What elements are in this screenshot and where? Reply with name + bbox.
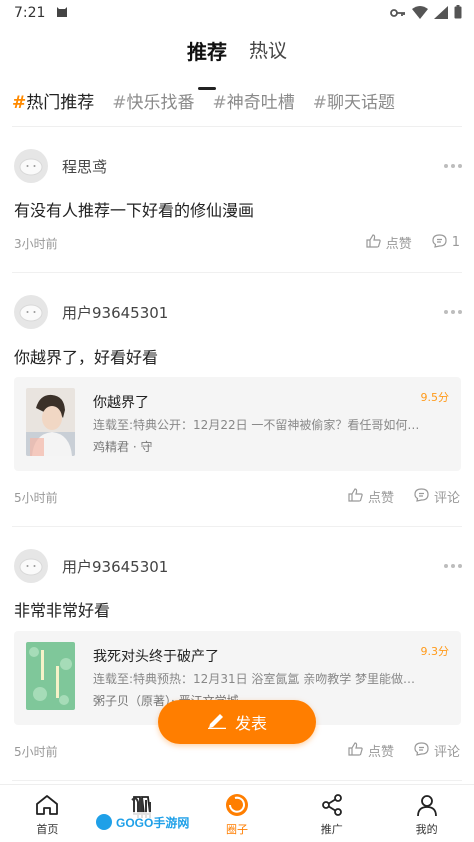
more-options-icon[interactable]	[444, 309, 462, 315]
tab-recommend[interactable]: 推荐	[187, 34, 227, 78]
comment-button[interactable]: 1	[432, 233, 460, 252]
comment-button[interactable]: 评论	[414, 741, 460, 760]
status-bar: 7:21	[0, 0, 474, 26]
top-tabs: 推荐 热议	[0, 34, 474, 78]
comment-icon	[414, 487, 429, 506]
comic-score: 9.3分	[420, 645, 450, 658]
notification-cat-icon	[55, 4, 69, 22]
comic-card[interactable]: 你越界了 9.5分 连载至:特典公开：12月22日 一不留神被偷家？看任哥如何证…	[14, 377, 461, 471]
post-actions: 点赞 1	[366, 233, 460, 252]
nav-home[interactable]: 首页	[0, 785, 95, 842]
comment-icon	[414, 741, 429, 760]
signal-icon	[434, 5, 448, 23]
comic-title: 我死对头终于破产了	[93, 649, 219, 665]
avatar[interactable]	[14, 549, 48, 583]
comic-author: 鸡精君 · 守	[93, 440, 153, 454]
topic-tab-label: 热门推荐	[26, 93, 95, 113]
home-icon	[35, 793, 59, 817]
pencil-icon	[207, 711, 227, 733]
comic-description: 连载至:特典公开：12月22日 一不留神被偷家？看任哥如何证...	[93, 418, 423, 432]
status-time: 7:21	[14, 5, 46, 21]
post-divider	[12, 526, 462, 527]
avatar[interactable]	[14, 295, 48, 329]
topic-tab-rant[interactable]: #神奇吐槽	[213, 88, 295, 114]
share-icon	[320, 793, 344, 817]
comic-description: 连载至:特典预热：12月31日 浴室氤氲 亲吻教学 梦里能做到...	[93, 672, 423, 686]
post-actions: 点赞 评论	[348, 741, 460, 760]
comment-label: 评论	[433, 745, 460, 760]
topic-tabs: #热门推荐 #快乐找番 #神奇吐槽 #聊天话题	[12, 88, 462, 114]
publish-button[interactable]: 发表	[158, 700, 316, 744]
nav-profile[interactable]: 我的	[379, 785, 474, 842]
comment-button[interactable]: 评论	[414, 487, 460, 506]
post-actions: 点赞 评论	[348, 487, 460, 506]
hash-mark: #	[12, 93, 27, 113]
nav-label: 圈子	[225, 823, 248, 836]
post-divider	[12, 272, 462, 273]
divider	[12, 126, 462, 127]
post-text[interactable]: 非常非常好看	[14, 597, 110, 621]
like-label: 点赞	[385, 237, 412, 252]
like-label: 点赞	[367, 745, 394, 760]
more-options-icon[interactable]	[444, 563, 462, 569]
comic-title: 你越界了	[93, 395, 149, 411]
comment-label: 评论	[433, 491, 460, 506]
watermark-logo: GOGO手游网	[92, 796, 192, 836]
nav-circle[interactable]: 圈子	[190, 785, 285, 842]
thumbs-up-icon	[348, 487, 363, 506]
thumbs-up-icon	[366, 233, 381, 252]
wifi-icon	[412, 5, 428, 23]
comic-score: 9.5分	[420, 391, 450, 404]
hash-mark: #	[212, 93, 227, 113]
like-button[interactable]: 点赞	[348, 487, 394, 506]
battery-icon	[454, 5, 462, 23]
comment-label: 1	[451, 235, 460, 250]
nav-label: 我的	[415, 823, 438, 836]
topic-tab-chat[interactable]: #聊天话题	[313, 88, 395, 114]
topic-tab-label: 快乐找番	[126, 93, 195, 113]
circle-icon	[225, 793, 249, 817]
thumbs-up-icon	[348, 741, 363, 760]
topic-tab-label: 聊天话题	[327, 93, 395, 113]
nav-promote[interactable]: 推广	[284, 785, 379, 842]
like-button[interactable]: 点赞	[348, 741, 394, 760]
post-author[interactable]: 用户93645301	[14, 549, 168, 583]
post-text[interactable]: 有没有人推荐一下好看的修仙漫画	[14, 197, 254, 221]
topic-tab-hot-recommend[interactable]: #热门推荐	[12, 88, 94, 114]
user-icon	[415, 793, 439, 817]
topic-tab-label: 神奇吐槽	[226, 93, 295, 113]
publish-label: 发表	[234, 714, 267, 733]
post-author[interactable]: 程思鸢	[14, 149, 107, 183]
username[interactable]: 用户93645301	[62, 302, 168, 323]
tab-hot-discuss[interactable]: 热议	[249, 34, 287, 78]
status-icons	[390, 5, 462, 23]
username[interactable]: 用户93645301	[62, 556, 168, 577]
post-divider	[12, 780, 462, 781]
post-time: 5小时前	[14, 745, 58, 759]
comic-cover-image	[26, 642, 75, 710]
post-text[interactable]: 你越界了，好看好看	[14, 344, 158, 368]
post-time: 3小时前	[14, 237, 58, 251]
hash-mark: #	[112, 93, 127, 113]
nav-label: 推广	[320, 823, 343, 836]
comic-cover-image	[26, 388, 75, 456]
nav-label: 首页	[36, 823, 59, 836]
bottom-nav: 首页 圈子 推广 我的	[0, 784, 474, 842]
like-button[interactable]: 点赞	[366, 233, 412, 252]
comment-icon	[432, 233, 447, 252]
avatar[interactable]	[14, 149, 48, 183]
post-author[interactable]: 用户93645301	[14, 295, 168, 329]
like-label: 点赞	[367, 491, 394, 506]
topic-tab-find-anime[interactable]: #快乐找番	[112, 88, 194, 114]
key-icon	[390, 6, 406, 22]
post-time: 5小时前	[14, 491, 58, 505]
watermark-text: GOGO手游网	[116, 815, 189, 830]
hash-mark: #	[312, 93, 327, 113]
username[interactable]: 程思鸢	[62, 156, 107, 177]
more-options-icon[interactable]	[444, 163, 462, 169]
